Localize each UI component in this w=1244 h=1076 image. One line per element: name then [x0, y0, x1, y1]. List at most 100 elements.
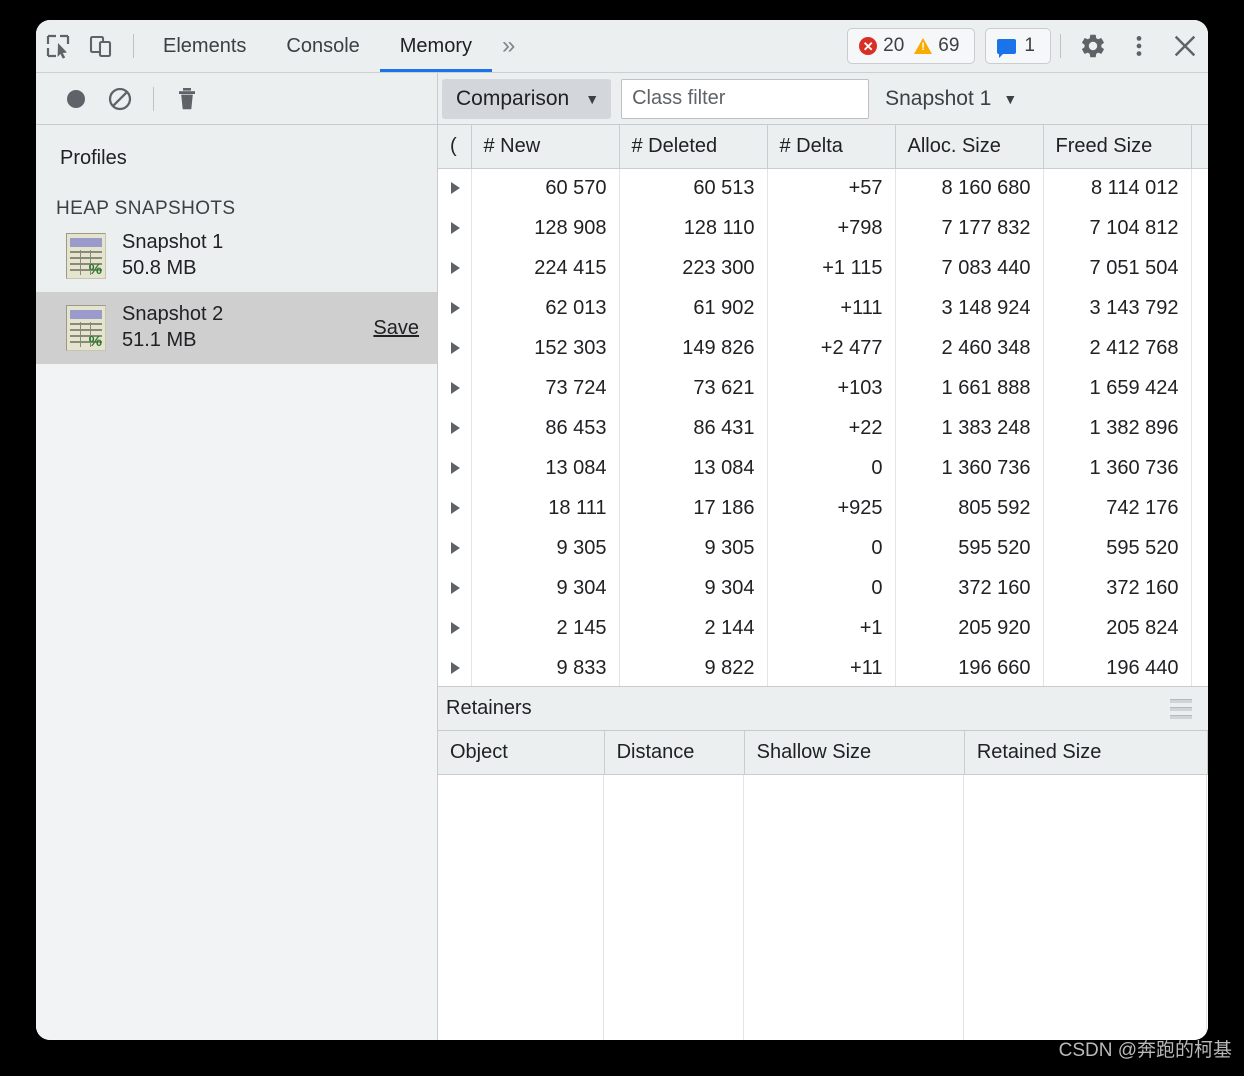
- table-row[interactable]: 73 724 73 621 +103 1 661 888 1 659 424: [438, 368, 1208, 408]
- warning-icon: [914, 38, 933, 54]
- snapshot-item-1[interactable]: % Snapshot 1 50.8 MB: [36, 220, 437, 292]
- chevron-right-icon[interactable]: [451, 182, 460, 195]
- trash-icon[interactable]: [165, 77, 209, 121]
- cell-delta: +103: [767, 368, 896, 408]
- retainers-header-row: Object Distance Shallow Size Retained Si…: [438, 731, 1208, 775]
- memory-main-panel: Comparison ▼ Snapshot 1 ▼: [438, 73, 1208, 1040]
- messages-badge[interactable]: 1: [985, 28, 1051, 64]
- column-header-alloc-size[interactable]: Alloc. Size: [895, 125, 1044, 169]
- cell-new: 9 305: [471, 528, 620, 568]
- column-header-delta[interactable]: # Delta: [767, 125, 896, 169]
- tab-elements-label: Elements: [163, 34, 247, 57]
- chevron-right-icon[interactable]: [451, 342, 460, 355]
- snapshot-2-save-link[interactable]: Save: [363, 317, 419, 340]
- profiles-title: Profiles: [60, 147, 127, 169]
- cell-freed-size: 1 659 424: [1043, 368, 1192, 408]
- table-row[interactable]: 9 304 9 304 0 372 160 372 160: [438, 568, 1208, 608]
- cell-delta: +1: [767, 608, 896, 648]
- chevron-right-icon[interactable]: [451, 422, 460, 435]
- cell-delta: +2 477: [767, 328, 896, 368]
- cell-overflow: [1191, 568, 1208, 608]
- column-header-deleted[interactable]: # Deleted: [619, 125, 768, 169]
- tab-console-label: Console: [286, 34, 360, 57]
- cell-new: 13 084: [471, 448, 620, 488]
- csdn-watermark: CSDN @奔跑的柯基: [1058, 1040, 1232, 1061]
- issue-counts-badge[interactable]: ✕ 20 69: [847, 28, 976, 64]
- retainers-title: Retainers: [446, 697, 532, 719]
- row-expand-triangle[interactable]: [438, 608, 472, 648]
- row-expand-triangle[interactable]: [438, 168, 472, 208]
- chevron-right-icon[interactable]: [451, 222, 460, 235]
- column-header-shallow-size[interactable]: Shallow Size: [744, 731, 965, 775]
- row-expand-triangle[interactable]: [438, 208, 472, 248]
- table-row[interactable]: 86 453 86 431 +22 1 383 248 1 382 896: [438, 408, 1208, 448]
- chevron-right-icon[interactable]: [451, 582, 460, 595]
- table-row[interactable]: 60 570 60 513 +57 8 160 680 8 114 012: [438, 168, 1208, 208]
- table-row[interactable]: 13 084 13 084 0 1 360 736 1 360 736: [438, 448, 1208, 488]
- cell-freed-size: 2 412 768: [1043, 328, 1192, 368]
- close-icon[interactable]: [1162, 23, 1208, 69]
- chevron-right-icon[interactable]: [451, 262, 460, 275]
- cell-overflow: [1191, 648, 1208, 686]
- snapshot-2-name: Snapshot 2: [122, 303, 224, 326]
- cell-deleted: 149 826: [619, 328, 768, 368]
- chevron-right-icon[interactable]: [451, 382, 460, 395]
- column-header-new[interactable]: # New: [471, 125, 620, 169]
- table-row[interactable]: 18 111 17 186 +925 805 592 742 176: [438, 488, 1208, 528]
- tab-elements[interactable]: Elements: [143, 20, 266, 72]
- column-header-retained-size[interactable]: Retained Size: [964, 731, 1208, 775]
- row-expand-triangle[interactable]: [438, 368, 472, 408]
- gear-icon[interactable]: [1070, 23, 1116, 69]
- retainers-table-head: Object Distance Shallow Size Retained Si…: [438, 731, 1208, 775]
- table-row[interactable]: 62 013 61 902 +111 3 148 924 3 143 792: [438, 288, 1208, 328]
- snapshot-1-name: Snapshot 1: [122, 231, 224, 254]
- record-circle-icon[interactable]: [54, 77, 98, 121]
- kebab-menu-icon[interactable]: [1116, 23, 1162, 69]
- table-row[interactable]: 9 305 9 305 0 595 520 595 520: [438, 528, 1208, 568]
- column-header-constructor[interactable]: (: [438, 125, 472, 169]
- cell-deleted: 61 902: [619, 288, 768, 328]
- table-row[interactable]: 9 833 9 822 +11 196 660 196 440: [438, 648, 1208, 686]
- row-expand-triangle[interactable]: [438, 248, 472, 288]
- row-expand-triangle[interactable]: [438, 528, 472, 568]
- row-expand-triangle[interactable]: [438, 648, 472, 686]
- profiles-sidebar: Profiles HEAP SNAPSHOTS % Snapshot 1 50.…: [36, 73, 438, 1040]
- base-snapshot-select[interactable]: Snapshot 1 ▼: [879, 87, 1023, 111]
- table-row[interactable]: 128 908 128 110 +798 7 177 832 7 104 812: [438, 208, 1208, 248]
- cell-overflow: [1191, 448, 1208, 488]
- clear-no-entry-icon[interactable]: [98, 77, 142, 121]
- row-expand-triangle[interactable]: [438, 568, 472, 608]
- more-tabs-icon[interactable]: »: [492, 24, 529, 68]
- cell-deleted: 9 304: [619, 568, 768, 608]
- hamburger-icon[interactable]: [1170, 698, 1192, 719]
- row-expand-triangle[interactable]: [438, 288, 472, 328]
- tab-console[interactable]: Console: [266, 20, 379, 72]
- column-header-distance[interactable]: Distance: [604, 731, 745, 775]
- inspect-element-icon[interactable]: [36, 24, 80, 68]
- column-header-freed-size[interactable]: Freed Size: [1043, 125, 1192, 169]
- cell-new: 60 570: [471, 168, 620, 208]
- row-expand-triangle[interactable]: [438, 328, 472, 368]
- row-expand-triangle[interactable]: [438, 448, 472, 488]
- snapshot-item-2[interactable]: % Snapshot 2 51.1 MB Save: [36, 292, 437, 364]
- chevron-right-icon[interactable]: [451, 622, 460, 635]
- chevron-right-icon[interactable]: [451, 302, 460, 315]
- chevron-right-icon[interactable]: [451, 462, 460, 475]
- view-mode-select[interactable]: Comparison ▼: [442, 78, 612, 119]
- view-mode-label: Comparison: [456, 86, 570, 110]
- table-row[interactable]: 152 303 149 826 +2 477 2 460 348 2 412 768: [438, 328, 1208, 368]
- column-header-object[interactable]: Object: [438, 731, 605, 775]
- cell-alloc-size: 2 460 348: [895, 328, 1044, 368]
- profiles-sidebar-empty-area: [36, 364, 437, 1040]
- table-row[interactable]: 224 415 223 300 +1 115 7 083 440 7 051 504: [438, 248, 1208, 288]
- row-expand-triangle[interactable]: [438, 408, 472, 448]
- class-filter-input[interactable]: [621, 78, 870, 119]
- table-row[interactable]: 2 145 2 144 +1 205 920 205 824: [438, 608, 1208, 648]
- chevron-right-icon[interactable]: [451, 662, 460, 675]
- chevron-right-icon[interactable]: [451, 542, 460, 555]
- device-toolbar-icon[interactable]: [80, 24, 124, 68]
- chevron-right-icon[interactable]: [451, 502, 460, 515]
- row-expand-triangle[interactable]: [438, 488, 472, 528]
- cell-alloc-size: 3 148 924: [895, 288, 1044, 328]
- tab-memory[interactable]: Memory: [379, 20, 493, 72]
